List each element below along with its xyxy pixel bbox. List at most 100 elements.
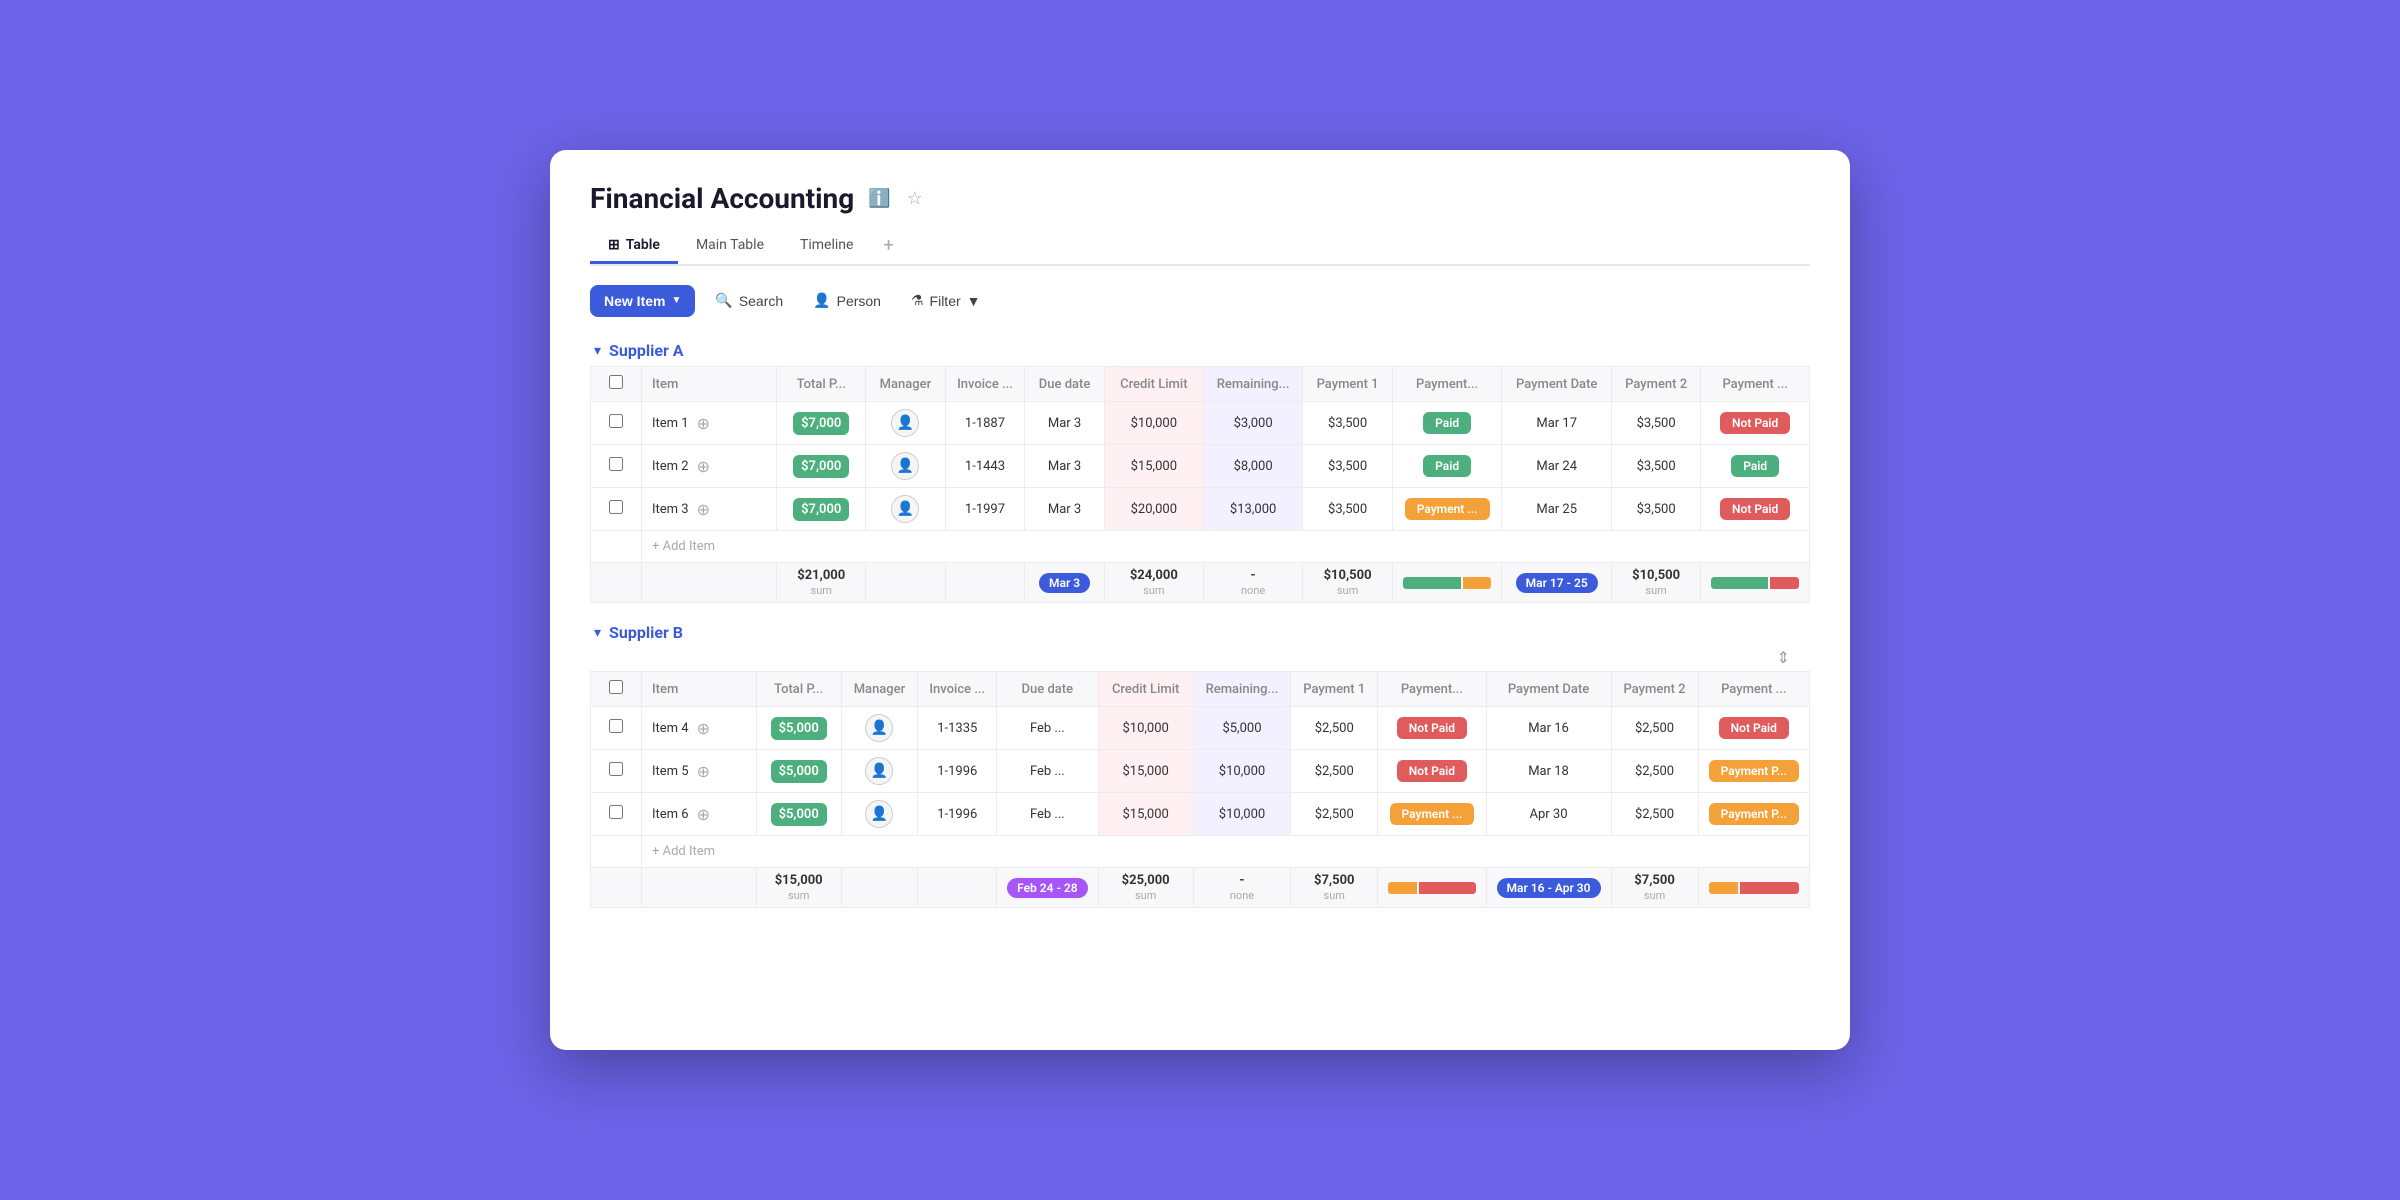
row-remaining: $5,000 [1193,707,1290,750]
row-select-1[interactable] [609,762,623,776]
tab-timeline[interactable]: Timeline [782,229,871,264]
row-invoice: 1-1443 [945,445,1025,488]
new-item-button[interactable]: New Item ▼ [590,285,695,317]
row-remaining: $3,000 [1203,402,1303,445]
row-checkbox [591,750,642,793]
sum-status1 [1378,868,1486,908]
sum-paymentdate: Mar 17 - 25 [1502,563,1611,603]
row-payment1: $2,500 [1291,707,1378,750]
person-button[interactable]: 👤 Person [803,284,891,317]
row-remaining: $8,000 [1203,445,1303,488]
add-row-icon[interactable]: ⊕ [697,719,710,738]
payment-date-badge: Mar 17 - 25 [1516,573,1598,593]
row-select-1[interactable] [609,457,623,471]
th-due-a: Due date [1025,367,1104,402]
th-payment1-a: Payment 1 [1303,367,1392,402]
row-total: $7,000 [777,445,866,488]
sum-item [642,563,777,603]
row-credit: $15,000 [1104,445,1203,488]
supplier-a-table-wrapper: Item Total P... Manager Invoice ... Due … [590,366,1810,603]
select-all-a[interactable] [609,375,623,389]
supplier-b-section-header: ▾ Supplier B [590,623,1810,642]
avatar: 👤 [891,495,919,523]
add-item-label[interactable]: + Add Item [642,836,1810,868]
row-manager: 👤 [841,750,918,793]
add-row-icon[interactable]: ⊕ [697,805,710,824]
table-row: Item 5 ⊕ $5,000 👤 1-1996 Feb ... $15,000… [591,750,1810,793]
add-row-icon[interactable]: ⊕ [697,500,710,519]
row-invoice: 1-1887 [945,402,1025,445]
add-row-icon[interactable]: ⊕ [697,414,710,433]
th-paymentstatus2-a: Payment ... [1701,367,1810,402]
filter-button[interactable]: ⚗ Filter ▼ [901,284,991,317]
row-due: Feb ... [997,750,1098,793]
sum-payment1: $10,500 sum [1303,563,1392,603]
th-invoice-b: Invoice ... [918,672,997,707]
sum-invoice [945,563,1025,603]
star-icon[interactable]: ☆ [905,186,925,211]
supplier-a-chevron[interactable]: ▾ [594,343,601,359]
table-row: Item 2 ⊕ $7,000 👤 1-1443 Mar 3 $15,000 $… [591,445,1810,488]
row-select-2[interactable] [609,805,623,819]
supplier-a-title: Supplier A [609,341,684,360]
table-row: Item 4 ⊕ $5,000 👤 1-1335 Feb ... $10,000… [591,707,1810,750]
table-row: Item 3 ⊕ $7,000 👤 1-1997 Mar 3 $20,000 $… [591,488,1810,531]
th-item-a: Item [642,367,777,402]
row-payment-status2: Not Paid [1701,402,1810,445]
info-icon[interactable]: ℹ️ [866,186,892,211]
row-due: Mar 3 [1025,488,1104,531]
row-payment-date: Mar 25 [1502,488,1611,531]
sum-checkbox [591,563,642,603]
row-total: $7,000 [777,488,866,531]
add-row-icon[interactable]: ⊕ [697,762,710,781]
th-credit-a: Credit Limit [1104,367,1203,402]
avatar: 👤 [865,757,893,785]
row-payment1: $2,500 [1291,793,1378,836]
summary-row: $15,000 sum Feb 24 - 28 $25,000 sum - no… [591,868,1810,908]
add-item-label[interactable]: + Add Item [642,531,1810,563]
th-payment1-b: Payment 1 [1291,672,1378,707]
resize-handle[interactable]: ⇕ [1777,648,1790,667]
row-remaining: $13,000 [1203,488,1303,531]
row-item: Item 4 ⊕ [642,707,757,750]
add-row-icon[interactable]: ⊕ [697,457,710,476]
row-payment1: $3,500 [1303,445,1392,488]
th-due-b: Due date [997,672,1098,707]
select-all-b[interactable] [609,680,623,694]
row-select-2[interactable] [609,500,623,514]
filter-icon: ⚗ [911,292,924,309]
supplier-b-chevron[interactable]: ▾ [594,625,601,641]
row-manager: 👤 [841,793,918,836]
row-credit: $15,000 [1098,750,1193,793]
tab-table[interactable]: ⊞ Table [590,229,678,264]
row-payment2: $3,500 [1611,445,1700,488]
row-checkbox [591,402,642,445]
app-window: Financial Accounting ℹ️ ☆ ⊞ Table Main T… [550,150,1850,1050]
add-tab-button[interactable]: + [871,227,905,264]
sum-checkbox [591,868,642,908]
row-manager: 👤 [866,402,945,445]
th-manager-a: Manager [866,367,945,402]
th-paymentdate-b: Payment Date [1486,672,1611,707]
row-remaining: $10,000 [1193,750,1290,793]
row-payment-date: Apr 30 [1486,793,1611,836]
sum-remaining: - none [1203,563,1303,603]
row-payment-status1: Paid [1392,445,1502,488]
sum-manager [866,563,945,603]
sum-status1 [1392,563,1502,603]
tab-main-table[interactable]: Main Table [678,229,782,264]
row-payment-date: Mar 16 [1486,707,1611,750]
row-invoice: 1-1997 [945,488,1025,531]
row-select-0[interactable] [609,719,623,733]
search-button[interactable]: 🔍 Search [705,284,793,317]
row-total: $7,000 [777,402,866,445]
row-checkbox [591,445,642,488]
row-payment-status1: Not Paid [1378,750,1486,793]
sum-payment1: $7,500 sum [1291,868,1378,908]
sum-item [642,868,757,908]
avatar: 👤 [865,714,893,742]
row-select-0[interactable] [609,414,623,428]
search-icon: 🔍 [715,292,732,309]
row-invoice: 1-1335 [918,707,997,750]
th-paymentdate-a: Payment Date [1502,367,1611,402]
